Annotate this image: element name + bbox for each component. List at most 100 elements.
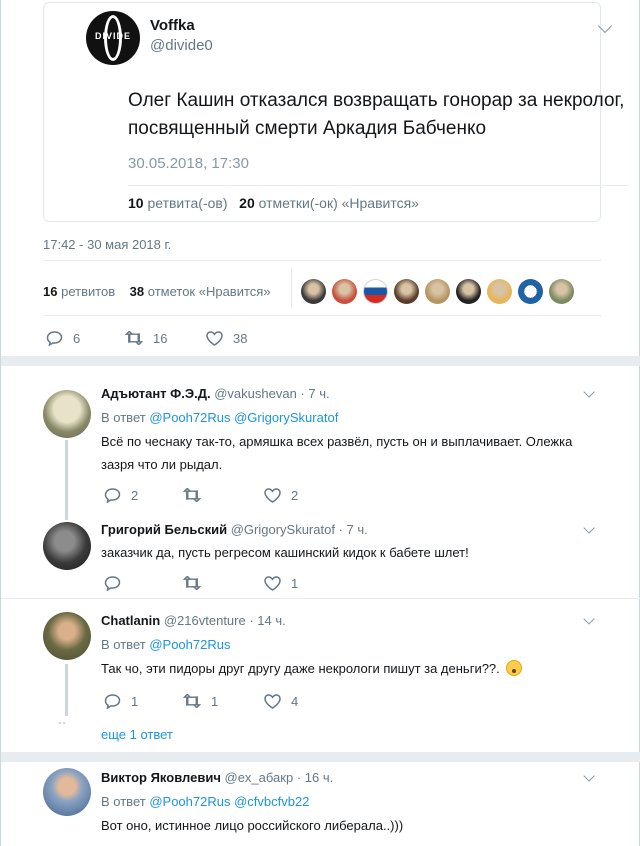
retweet-icon	[125, 330, 143, 346]
retweet-count: 16	[153, 330, 168, 346]
liker-avatar[interactable]	[518, 279, 543, 304]
reply-author-handle[interactable]: @ex_абакр	[225, 770, 294, 785]
like-count: 4	[291, 693, 299, 709]
reply-to-line: В ответ @Pooh72Rus	[101, 637, 230, 652]
avatar[interactable]	[43, 612, 91, 660]
avatar[interactable]	[43, 522, 91, 570]
liker-avatar[interactable]	[487, 279, 512, 304]
chevron-down-icon[interactable]	[597, 18, 613, 34]
reply-text: заказчик да, пусть регресом кашинский ки…	[101, 545, 469, 560]
reply-author-handle[interactable]: @216vtenture	[164, 613, 246, 628]
heart-icon	[205, 330, 223, 346]
show-more-replies-link[interactable]: еще 1 ответ	[101, 727, 173, 742]
quoted-tweet-stats: 10 ретвита(-ов) 20 отметки(-ок) «Нравитс…	[128, 195, 419, 211]
reply-button[interactable]: 6	[45, 330, 125, 346]
thread-connector	[65, 664, 68, 716]
like-count: 1	[291, 575, 299, 591]
reply-count: 1	[131, 693, 139, 709]
quoted-tweet-card[interactable]: DIVIDE Voffka @divide0 Олег Кашин отказа…	[43, 2, 628, 222]
reply-to-mentions[interactable]: @Pooh72Rus	[149, 637, 230, 652]
chevron-down-icon[interactable]	[583, 770, 595, 782]
reply-author-name[interactable]: Адъютант Ф.Э.Д.	[101, 386, 211, 401]
tweet-timestamp[interactable]: 17:42 - 30 мая 2018 г.	[43, 237, 171, 252]
quoted-likes-label[interactable]: отметки(-ок) «Нравится»	[259, 195, 419, 211]
divider	[291, 268, 292, 308]
reply-time[interactable]: · 7 ч.	[300, 386, 329, 401]
section-separator	[1, 752, 640, 762]
chevron-down-icon[interactable]	[583, 613, 595, 625]
reply-time[interactable]: · 7 ч.	[339, 522, 368, 537]
like-button[interactable]: 2	[263, 487, 343, 503]
like-button[interactable]: 1	[263, 575, 343, 591]
retweet-button[interactable]	[183, 575, 263, 591]
liker-avatar[interactable]	[301, 279, 326, 304]
reply-author-handle[interactable]: @vakushevan	[214, 386, 297, 401]
liker-avatar[interactable]	[332, 279, 357, 304]
heart-icon	[263, 693, 281, 709]
quoted-author-name[interactable]: Voffka	[150, 17, 195, 34]
quoted-author-handle[interactable]: @divide0	[150, 37, 213, 54]
retweet-icon	[183, 487, 201, 503]
reply-button[interactable]	[103, 575, 183, 591]
like-button[interactable]: 38	[205, 330, 285, 346]
reply-to-mentions[interactable]: @Pooh72Rus @cfvbcfvb22	[149, 794, 309, 809]
retweets-label[interactable]: ретвитов	[61, 284, 115, 299]
reply-to-prefix: В ответ	[101, 410, 146, 425]
quoted-tweet-text: Олег Кашин отказался возвращать гонорар …	[128, 90, 625, 139]
reply-header: Виктор Яковлевич @ex_абакр · 16 ч.	[101, 770, 333, 785]
like-button[interactable]: 4	[263, 693, 343, 709]
heart-icon	[263, 487, 281, 503]
reply-to-mentions[interactable]: @Pooh72Rus @GrigorySkuratof	[149, 410, 338, 425]
reply-author-name[interactable]: Виктор Яковлевич	[101, 770, 221, 785]
reply-button[interactable]: 2	[103, 487, 183, 503]
avatar[interactable]	[43, 390, 91, 438]
reply-to-prefix: В ответ	[101, 637, 146, 652]
reply-icon	[103, 487, 121, 503]
reply-author-name[interactable]: Григорий Бельский	[101, 522, 227, 537]
section-separator	[1, 356, 640, 366]
thread-connector	[65, 440, 68, 520]
reply-actions: 1 1 4	[103, 693, 343, 709]
reply-actions: 2 2	[103, 487, 343, 503]
reply-text: Вот оно, истинное лицо российского либер…	[101, 818, 404, 833]
divider	[43, 260, 601, 261]
quoted-retweets-label[interactable]: ретвита(-ов)	[147, 195, 227, 211]
quoted-tweet-date[interactable]: 30.05.2018, 17:30	[128, 155, 249, 172]
reply-author-handle[interactable]: @GrigorySkuratof	[231, 522, 335, 537]
divider	[1, 598, 640, 599]
reply-to-prefix: В ответ	[101, 794, 146, 809]
reply-to-line: В ответ @Pooh72Rus @GrigorySkuratof	[101, 410, 338, 425]
liker-avatar[interactable]	[394, 279, 419, 304]
retweet-count: 1	[211, 693, 219, 709]
liker-avatar[interactable]	[456, 279, 481, 304]
likes-count[interactable]: 38	[130, 284, 144, 299]
reply-button[interactable]: 1	[103, 693, 183, 709]
like-count: 2	[291, 487, 299, 503]
retweet-button[interactable]: 1	[183, 693, 263, 709]
quoted-likes-count[interactable]: 20	[239, 195, 255, 211]
avatar[interactable]	[43, 768, 91, 816]
liker-avatar[interactable]	[363, 279, 388, 304]
quoted-retweets-count[interactable]: 10	[128, 195, 144, 211]
reply-author-name[interactable]: Chatlanin	[101, 613, 160, 628]
retweet-icon	[183, 693, 201, 709]
like-count: 38	[233, 330, 248, 346]
reply-icon	[103, 693, 121, 709]
likers-avatar-list	[301, 279, 574, 304]
chevron-down-icon[interactable]	[583, 522, 595, 534]
liker-avatar[interactable]	[549, 279, 574, 304]
chevron-down-icon[interactable]	[583, 386, 595, 398]
divider	[43, 315, 601, 316]
likes-label[interactable]: отметок «Нравится»	[148, 284, 271, 299]
quoted-author-avatar[interactable]: DIVIDE	[86, 11, 140, 65]
retweet-icon	[183, 575, 201, 591]
reply-time[interactable]: · 14 ч.	[249, 613, 285, 628]
reply-text: Так чо, эти пидоры друг другу даже некро…	[101, 657, 581, 680]
liker-avatar[interactable]	[425, 279, 450, 304]
surprised-face-emoji-icon	[505, 660, 522, 676]
divider	[128, 185, 628, 186]
retweets-count[interactable]: 16	[43, 284, 57, 299]
retweet-button[interactable]: 16	[125, 330, 205, 346]
retweet-button[interactable]	[183, 487, 263, 503]
reply-time[interactable]: · 16 ч.	[297, 770, 333, 785]
